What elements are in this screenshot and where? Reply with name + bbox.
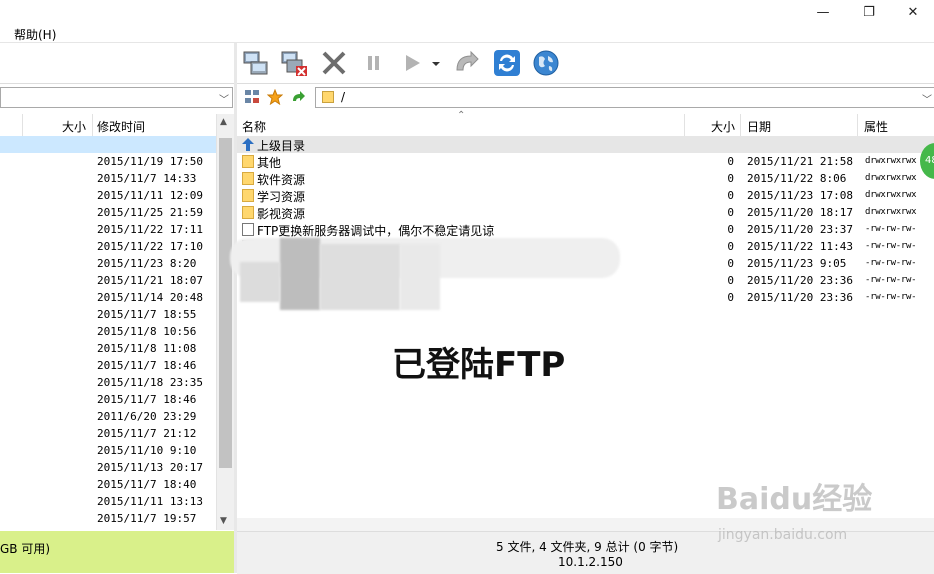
list-item[interactable]	[0, 136, 216, 153]
list-item[interactable]: 2015/11/21 18:07	[0, 272, 216, 289]
redaction-blur	[240, 262, 280, 302]
redaction-blur	[320, 244, 400, 310]
arrow-up-icon	[242, 138, 254, 151]
local-toolbar	[0, 43, 234, 84]
scroll-down-icon[interactable]: ▼	[220, 516, 227, 526]
chevron-down-icon[interactable]: ﹀	[922, 91, 932, 106]
list-item[interactable]: 2015/11/18 23:35	[0, 374, 216, 391]
local-free-space: GB 可用)	[0, 542, 51, 556]
disconnect-icon[interactable]	[279, 48, 309, 78]
transfer-queue-icon[interactable]	[451, 48, 481, 78]
list-item[interactable]: 2015/11/8 10:56	[0, 323, 216, 340]
globe-icon[interactable]	[531, 48, 561, 78]
remote-col-date[interactable]: 日期	[747, 118, 771, 135]
local-list-header: 大小 修改时间	[0, 114, 216, 137]
list-item[interactable]: 2015/11/7 14:33	[0, 170, 216, 187]
list-item[interactable]: 2015/11/23 8:20	[0, 255, 216, 272]
go-up-icon[interactable]	[290, 89, 306, 105]
table-row[interactable]: 其他 0 2015/11/21 21:58 drwxrwxrwx	[237, 153, 934, 170]
folder-icon	[242, 189, 254, 202]
scroll-up-icon[interactable]: ▲	[220, 117, 227, 127]
table-row[interactable]: 学习资源 0 2015/11/23 17:08 drwxrwxrwx	[237, 187, 934, 204]
list-item[interactable]: 2015/11/8 11:08	[0, 340, 216, 357]
remote-toolbar	[237, 43, 934, 84]
list-item[interactable]: 2015/11/19 17:50	[0, 153, 216, 170]
list-item[interactable]: 2015/11/7 19:57	[0, 510, 216, 527]
refresh-icon[interactable]	[492, 48, 522, 78]
pause-icon[interactable]	[359, 48, 389, 78]
play-dropdown-icon[interactable]	[429, 48, 443, 78]
list-item[interactable]: 2015/11/25 21:59	[0, 204, 216, 221]
table-row[interactable]: 软件资源 0 2015/11/22 8:06 drwxrwxrwx	[237, 170, 934, 187]
status-ip: 10.1.2.150	[558, 555, 623, 569]
menu-bar: 帮助(H)	[0, 24, 934, 43]
table-row[interactable]: FTP更换新服务器调试中，偶尔不稳定请见谅 0 2015/11/20 23:37-…	[237, 221, 934, 238]
list-item[interactable]: 2015/11/7 21:12	[0, 425, 216, 442]
list-item[interactable]: 2015/11/10 9:10	[0, 442, 216, 459]
local-status-bar: GB 可用)	[0, 531, 234, 573]
title-bar: — ❐ ✕	[0, 0, 934, 24]
folder-icon	[242, 155, 254, 168]
folder-icon	[242, 172, 254, 185]
connect-icon[interactable]	[241, 48, 271, 78]
restore-button[interactable]: ❐	[846, 0, 892, 24]
list-item[interactable]: 2015/11/11 12:09	[0, 187, 216, 204]
redaction-blur	[280, 238, 320, 310]
star-icon[interactable]	[267, 89, 283, 105]
play-icon[interactable]	[397, 48, 427, 78]
remote-col-size[interactable]: 大小	[711, 118, 735, 135]
list-item[interactable]: 2015/11/13 20:17	[0, 459, 216, 476]
close-button[interactable]: ✕	[890, 0, 934, 24]
chevron-down-icon[interactable]: ﹀	[219, 91, 229, 106]
list-item[interactable]: 2015/11/7 18:46	[0, 391, 216, 408]
logged-in-caption: 已登陆FTP	[392, 345, 566, 385]
remote-list-header: ⌃ 名称 大小 日期 属性	[237, 110, 934, 137]
list-item[interactable]: 2015/11/7 18:46	[0, 357, 216, 374]
local-col-size[interactable]: 大小	[62, 118, 86, 135]
remote-col-attr[interactable]: 属性	[864, 118, 888, 135]
parent-directory-row[interactable]: 上级目录	[237, 136, 934, 153]
redaction-blur	[400, 244, 440, 310]
list-item[interactable]: 2015/11/7 18:55	[0, 306, 216, 323]
folder-icon	[242, 206, 254, 219]
local-col-modified[interactable]: 修改时间	[97, 118, 145, 135]
folder-icon	[322, 91, 334, 103]
status-summary: 5 文件, 4 文件夹, 9 总计 (0 字节)	[496, 540, 679, 554]
scroll-thumb[interactable]	[219, 138, 232, 468]
local-path-input[interactable]: ﹀	[0, 87, 233, 108]
site-manager-icon[interactable]	[244, 89, 260, 105]
file-icon	[242, 223, 254, 236]
sort-ascending-icon: ⌃	[457, 110, 466, 121]
list-item[interactable]: 2015/11/11 13:13	[0, 493, 216, 510]
table-row[interactable]: 影视资源 0 2015/11/20 18:17 drwxrwxrwx	[237, 204, 934, 221]
list-item[interactable]: 2015/11/22 17:10	[0, 238, 216, 255]
remote-path-input[interactable]: / ﹀	[315, 87, 934, 108]
list-item[interactable]: 2015/11/14 20:48	[0, 289, 216, 306]
local-vertical-scrollbar[interactable]: ▲ ▼	[216, 114, 234, 530]
minimize-button[interactable]: —	[800, 0, 846, 24]
menu-help[interactable]: 帮助(H)	[14, 26, 56, 43]
remote-col-name[interactable]: 名称	[242, 118, 266, 135]
list-item[interactable]: 2015/11/7 18:40	[0, 476, 216, 493]
stop-icon[interactable]	[319, 48, 349, 78]
list-item[interactable]: 2015/11/22 17:11	[0, 221, 216, 238]
list-item[interactable]: 2011/6/20 23:29	[0, 408, 216, 425]
watermark-logo: Baidu经验 jingyan.baidu.com	[716, 482, 873, 543]
